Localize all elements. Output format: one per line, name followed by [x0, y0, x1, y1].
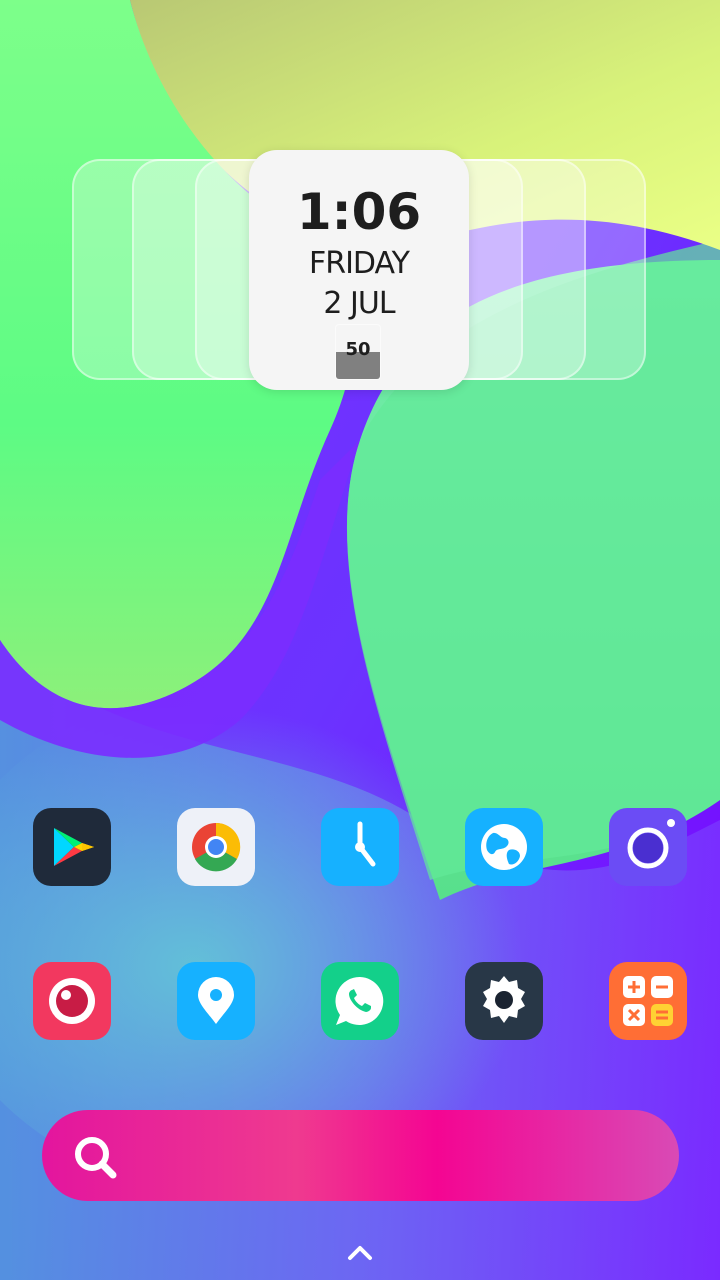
battery-indicator: 50: [335, 324, 381, 380]
app-drawer-button[interactable]: [342, 1240, 378, 1264]
app-settings[interactable]: [465, 962, 543, 1040]
battery-level: 50: [345, 339, 371, 360]
app-browser[interactable]: [465, 808, 543, 886]
app-calculator[interactable]: [609, 962, 687, 1040]
search-icon: [70, 1132, 120, 1182]
play-store-icon: [54, 828, 94, 866]
app-clock[interactable]: [321, 808, 399, 886]
clock-icon: [355, 821, 376, 867]
globe-icon: [481, 824, 527, 870]
search-bar[interactable]: [42, 1110, 679, 1201]
clock-date: 2 JUL: [323, 286, 395, 321]
app-whatsapp[interactable]: [321, 962, 399, 1040]
clock-day: FRIDAY: [308, 246, 410, 281]
app-maps[interactable]: [177, 962, 255, 1040]
app-chrome[interactable]: [177, 808, 255, 886]
calculator-icon: [623, 976, 673, 1026]
home-screen: 1:06 FRIDAY 2 JUL 50: [0, 0, 720, 1280]
clock-widget[interactable]: 1:06 FRIDAY 2 JUL 50: [249, 150, 469, 390]
chevron-up-icon: [348, 1246, 372, 1260]
camera-icon: [627, 819, 675, 869]
app-camera[interactable]: [609, 808, 687, 886]
app-gallery[interactable]: [33, 962, 111, 1040]
map-pin-icon: [198, 977, 234, 1024]
gear-icon: [483, 976, 525, 1023]
whatsapp-icon: [335, 976, 384, 1025]
gallery-icon: [49, 978, 95, 1024]
chrome-icon: [192, 822, 241, 872]
clock-time: 1:06: [296, 183, 422, 241]
app-play-store[interactable]: [33, 808, 111, 886]
